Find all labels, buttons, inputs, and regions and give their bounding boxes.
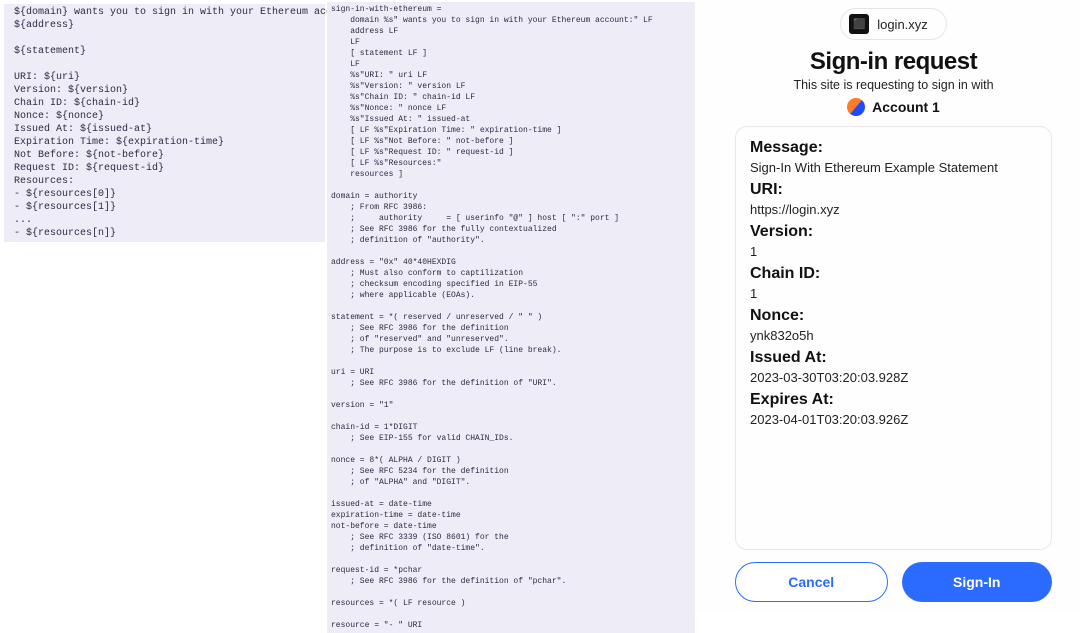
chain-id-value: 1	[750, 286, 1037, 301]
uri-value: https://login.xyz	[750, 202, 1037, 217]
domain-text: login.xyz	[877, 17, 928, 32]
domain-pill: ⬛ login.xyz	[840, 8, 947, 40]
account-row: Account 1	[847, 98, 940, 116]
uri-label: URI:	[750, 181, 1037, 199]
chain-id-label: Chain ID:	[750, 265, 1037, 283]
abnf-column: sign-in-with-ethereum = domain %s" wants…	[325, 0, 695, 612]
siwe-template-code: ${domain} wants you to sign in with your…	[4, 4, 325, 242]
message-label: Message:	[750, 139, 1037, 157]
page-subtitle: This site is requesting to sign in with	[735, 78, 1052, 92]
button-row: Cancel Sign-In	[735, 562, 1052, 602]
siwe-abnf-code: sign-in-with-ethereum = domain %s" wants…	[327, 2, 695, 633]
template-column: ${domain} wants you to sign in with your…	[0, 0, 325, 612]
expires-at-label: Expires At:	[750, 391, 1037, 409]
account-name: Account 1	[872, 99, 940, 115]
version-value: 1	[750, 244, 1037, 259]
message-card: Message: Sign-In With Ethereum Example S…	[735, 126, 1052, 550]
signin-prompt-panel: ⬛ login.xyz Sign-in request This site is…	[695, 0, 1080, 612]
message-value: Sign-In With Ethereum Example Statement	[750, 160, 1037, 175]
page-title: Sign-in request	[735, 48, 1052, 76]
nonce-label: Nonce:	[750, 307, 1037, 325]
issued-at-label: Issued At:	[750, 349, 1037, 367]
expires-at-value: 2023-04-01T03:20:03.926Z	[750, 412, 1037, 427]
cancel-button[interactable]: Cancel	[735, 562, 888, 602]
signin-button[interactable]: Sign-In	[902, 562, 1053, 602]
nonce-value: ynk832o5h	[750, 328, 1037, 343]
site-favicon-icon: ⬛	[849, 14, 869, 34]
account-avatar-icon	[847, 98, 865, 116]
version-label: Version:	[750, 223, 1037, 241]
issued-at-value: 2023-03-30T03:20:03.928Z	[750, 370, 1037, 385]
